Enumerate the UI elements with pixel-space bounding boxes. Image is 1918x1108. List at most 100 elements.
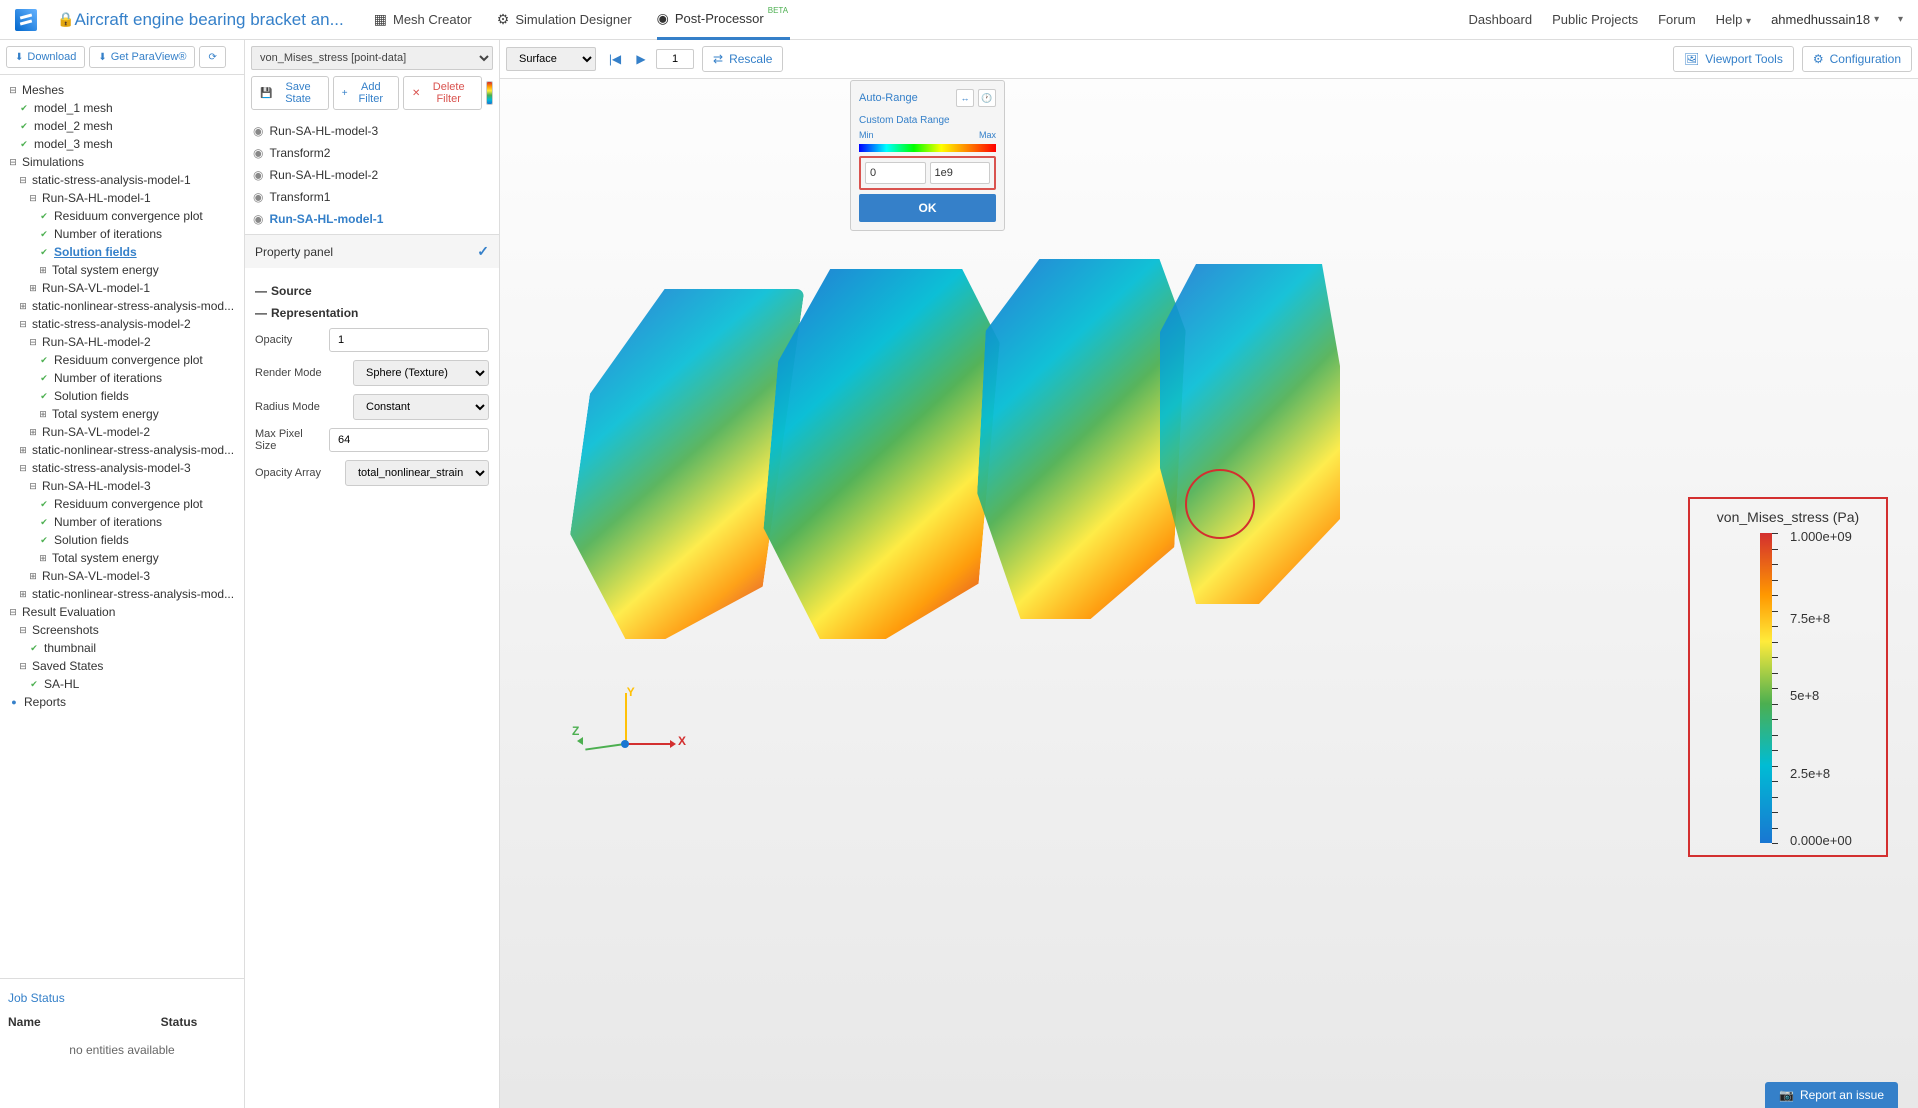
collapse-icon[interactable]: ⊟ (8, 607, 18, 618)
min-input[interactable] (865, 162, 926, 184)
tree-meshes[interactable]: ⊟Meshes (4, 81, 240, 99)
tree-item[interactable]: ✔Number of iterations (4, 513, 240, 531)
viewport-3d[interactable]: Y X Z von_Mises_stress (Pa) (500, 79, 1918, 1108)
tree-reports[interactable]: ●Reports (4, 693, 240, 711)
collapse-icon[interactable]: ⊟ (18, 319, 28, 330)
expand-icon[interactable]: ⊞ (38, 553, 48, 564)
nav-help[interactable]: Help ▾ (1716, 12, 1751, 27)
tree-item[interactable]: ✔Number of iterations (4, 369, 240, 387)
download-button[interactable]: ⬇Download (6, 46, 85, 68)
expand-icon[interactable]: ⊞ (18, 589, 28, 600)
tree-item[interactable]: ⊞Run-SA-VL-model-2 (4, 423, 240, 441)
expand-icon[interactable]: ⊞ (18, 301, 28, 312)
tree-item[interactable]: ✔Solution fields (4, 531, 240, 549)
user-menu[interactable]: ahmedhussain18 ▾ ▾ (1771, 12, 1903, 27)
tree-item[interactable]: ⊞Total system energy (4, 405, 240, 423)
tree-item[interactable]: ✔model_2 mesh (4, 117, 240, 135)
collapse-icon[interactable]: ⊟ (8, 85, 18, 96)
tree-item[interactable]: ✔SA-HL (4, 675, 240, 693)
rescale-button[interactable]: ⇄ Rescale (702, 46, 783, 72)
tree-item[interactable]: ⊟Run-SA-HL-model-2 (4, 333, 240, 351)
app-logo[interactable] (15, 9, 37, 31)
radius-mode-select[interactable]: Constant (353, 394, 489, 420)
source-section[interactable]: —Source (255, 284, 489, 298)
paraview-button[interactable]: ⬇Get ParaView® (89, 46, 195, 68)
data-field-select[interactable]: von_Mises_stress [point-data] (251, 46, 493, 70)
nav-forum[interactable]: Forum (1658, 12, 1696, 27)
tree-result-eval[interactable]: ⊟Result Evaluation (4, 603, 240, 621)
tree-item[interactable]: ⊞Run-SA-VL-model-1 (4, 279, 240, 297)
tree-item-solution-fields[interactable]: ✔Solution fields (4, 243, 240, 261)
tree-item[interactable]: ⊟static-stress-analysis-model-1 (4, 171, 240, 189)
eye-icon[interactable]: ◉ (253, 168, 263, 182)
eye-icon[interactable]: ◉ (253, 212, 263, 226)
collapse-icon[interactable]: ⊟ (28, 481, 38, 492)
eye-icon[interactable]: ◉ (253, 190, 263, 204)
report-issue-button[interactable]: 📷 Report an issue (1765, 1082, 1898, 1108)
add-filter-button[interactable]: +Add Filter (333, 76, 399, 110)
tree-simulations[interactable]: ⊟Simulations (4, 153, 240, 171)
tree-item[interactable]: ⊞Total system energy (4, 549, 240, 567)
play-button[interactable]: ▶ (630, 48, 652, 70)
tree-item[interactable]: ⊟static-stress-analysis-model-3 (4, 459, 240, 477)
tree-item[interactable]: ⊞static-nonlinear-stress-analysis-mod... (4, 441, 240, 459)
nav-public-projects[interactable]: Public Projects (1552, 12, 1638, 27)
collapse-icon[interactable]: ⊟ (18, 463, 28, 474)
nav-dashboard[interactable]: Dashboard (1469, 12, 1533, 27)
save-state-button[interactable]: 💾Save State (251, 76, 329, 110)
tab-post-processor[interactable]: ◉ Post-Processor BETA (657, 0, 790, 40)
expand-icon[interactable]: ⊞ (38, 265, 48, 276)
tree-item[interactable]: ⊟Saved States (4, 657, 240, 675)
expand-icon[interactable]: ⊞ (18, 445, 28, 456)
expand-icon[interactable]: ⊞ (28, 427, 38, 438)
render-mode-select[interactable]: Sphere (Texture) (353, 360, 489, 386)
collapse-icon[interactable]: ⊟ (18, 625, 28, 636)
tree-item[interactable]: ✔model_3 mesh (4, 135, 240, 153)
collapse-icon[interactable]: ⊟ (28, 337, 38, 348)
eye-icon[interactable]: ◉ (253, 124, 263, 138)
collapse-icon[interactable]: ⊟ (18, 175, 28, 186)
refresh-button[interactable]: ⟳ (199, 46, 225, 68)
eye-icon[interactable]: ◉ (253, 146, 263, 160)
collapse-icon[interactable]: ⊟ (28, 193, 38, 204)
tree-item[interactable]: ✔thumbnail (4, 639, 240, 657)
tree-item[interactable]: ⊟Screenshots (4, 621, 240, 639)
tree-item[interactable]: ⊞static-nonlinear-stress-analysis-mod... (4, 585, 240, 603)
ok-button[interactable]: OK (859, 194, 996, 222)
pipeline-item-active[interactable]: ◉Run-SA-HL-model-1 (251, 208, 493, 230)
property-panel-header[interactable]: Property panel ✓ (245, 235, 499, 268)
tree-item[interactable]: ✔Residuum convergence plot (4, 495, 240, 513)
expand-icon[interactable]: ⊞ (28, 283, 38, 294)
representation-section[interactable]: —Representation (255, 306, 489, 320)
colormap-button[interactable] (486, 81, 493, 105)
axis-indicator[interactable]: Y X Z (580, 688, 670, 778)
opacity-input[interactable] (329, 328, 489, 352)
render-style-select[interactable]: Surface (506, 47, 596, 71)
max-pixel-input[interactable] (329, 428, 489, 452)
tab-simulation-designer[interactable]: ⚙ Simulation Designer (497, 0, 632, 40)
fem-model-render[interactable] (560, 229, 1340, 709)
pipeline-item[interactable]: ◉Transform2 (251, 142, 493, 164)
tree-item[interactable]: ⊟static-stress-analysis-model-2 (4, 315, 240, 333)
tree-item[interactable]: ⊞Total system energy (4, 261, 240, 279)
collapse-icon[interactable]: ⊟ (8, 157, 18, 168)
tree-item[interactable]: ⊟Run-SA-HL-model-1 (4, 189, 240, 207)
expand-icon[interactable]: ⊞ (38, 409, 48, 420)
check-icon[interactable]: ✓ (477, 243, 489, 260)
tree-item[interactable]: ✔Residuum convergence plot (4, 351, 240, 369)
tab-mesh-creator[interactable]: ▦ Mesh Creator (374, 0, 472, 40)
configuration-button[interactable]: ⚙ Configuration (1802, 46, 1912, 72)
viewport-tools-button[interactable]: 🖼 Viewport Tools (1673, 46, 1794, 72)
step-back-button[interactable]: |◀ (604, 48, 626, 70)
pipeline-item[interactable]: ◉Run-SA-HL-model-3 (251, 120, 493, 142)
collapse-icon[interactable]: ⊟ (18, 661, 28, 672)
tree-item[interactable]: ✔Residuum convergence plot (4, 207, 240, 225)
max-input[interactable] (930, 162, 991, 184)
expand-icon[interactable]: ⊞ (28, 571, 38, 582)
opacity-array-select[interactable]: total_nonlinear_strain (345, 460, 489, 486)
project-title[interactable]: Aircraft engine bearing bracket an... (74, 10, 343, 30)
auto-range-time-button[interactable]: 🕐 (978, 89, 996, 107)
pipeline-item[interactable]: ◉Transform1 (251, 186, 493, 208)
tree-item[interactable]: ✔Solution fields (4, 387, 240, 405)
auto-range-all-button[interactable]: ↔ (956, 89, 974, 107)
